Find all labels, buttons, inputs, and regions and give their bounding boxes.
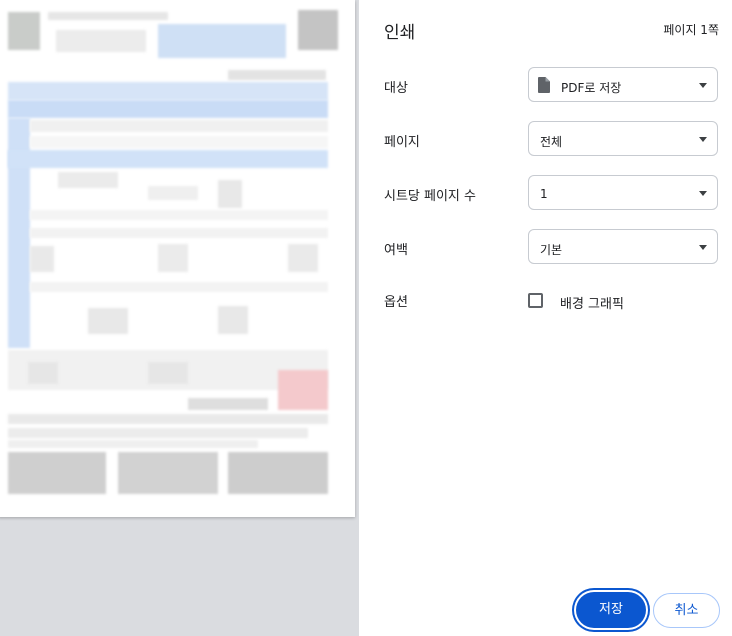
preview-text-block [8, 414, 328, 424]
margins-select[interactable]: 기본 [528, 229, 718, 264]
margins-row: 여백 기본 [359, 229, 732, 269]
destination-select[interactable]: PDF로 저장 [528, 67, 718, 102]
preview-table-cell [58, 172, 118, 188]
preview-header-box [158, 24, 286, 58]
preview-text-block [228, 70, 326, 80]
preview-text-block [8, 440, 258, 448]
background-graphics-label[interactable]: 배경 그래픽 [560, 293, 624, 312]
destination-label: 대상 [384, 81, 408, 96]
cancel-button[interactable]: 취소 [653, 593, 720, 628]
preview-text-block [56, 30, 146, 52]
pages-select[interactable]: 전체 [528, 121, 718, 156]
margins-label: 여백 [384, 243, 408, 258]
preview-footer-block [118, 452, 218, 494]
preview-logo-block [8, 12, 40, 50]
pages-per-sheet-value: 1 [540, 187, 548, 201]
chevron-down-icon [699, 83, 707, 88]
preview-text-block [48, 12, 168, 20]
preview-table-header [8, 82, 328, 100]
preview-table-cell [88, 308, 128, 334]
preview-table-cell [30, 246, 54, 272]
preview-table-row [30, 282, 328, 292]
destination-value: PDF로 저장 [561, 81, 622, 95]
page-count: 페이지 1쪽 [663, 23, 719, 37]
preview-page [0, 0, 355, 517]
chevron-down-icon [699, 137, 707, 142]
file-icon [538, 77, 550, 93]
preview-table-header [8, 100, 328, 118]
preview-text-block [8, 428, 308, 438]
preview-table-row [30, 136, 328, 148]
preview-table-cell [148, 186, 198, 200]
options-label: 옵션 [384, 295, 408, 310]
pages-per-sheet-select[interactable]: 1 [528, 175, 718, 210]
preview-stamp-block [278, 370, 328, 410]
options-row: 옵션 배경 그래픽 [359, 290, 732, 330]
preview-table-row [30, 210, 328, 220]
preview-table-header [8, 150, 328, 168]
pages-label: 페이지 [384, 135, 420, 150]
preview-table-cell [218, 180, 242, 208]
pages-row: 페이지 전체 [359, 121, 732, 161]
pages-per-sheet-label: 시트당 페이지 수 [384, 189, 476, 204]
preview-text-block [188, 398, 268, 410]
chevron-down-icon [699, 245, 707, 250]
preview-table-cell [288, 244, 318, 272]
background-graphics-checkbox[interactable] [528, 293, 543, 308]
chevron-down-icon [699, 191, 707, 196]
save-button[interactable]: 저장 [576, 592, 646, 628]
preview-qr-block [298, 10, 338, 50]
dialog-title: 인쇄 [384, 23, 416, 43]
preview-footer-block [8, 452, 106, 494]
print-dialog: 인쇄 페이지 1쪽 대상 PDF로 저장 페이지 전체 시트당 페이지 수 1 … [0, 0, 732, 636]
preview-table-row [30, 228, 328, 238]
preview-footer-block [228, 452, 328, 494]
print-settings-pane: 인쇄 페이지 1쪽 대상 PDF로 저장 페이지 전체 시트당 페이지 수 1 … [359, 0, 732, 636]
preview-table-cell [148, 362, 188, 384]
preview-table-cell [218, 306, 248, 334]
pages-per-sheet-row: 시트당 페이지 수 1 [359, 175, 732, 215]
preview-table-row [30, 120, 328, 132]
preview-table-cell [158, 244, 188, 272]
pages-value: 전체 [540, 135, 563, 149]
margins-value: 기본 [540, 243, 563, 257]
print-preview-pane [0, 0, 359, 636]
preview-table-cell [28, 362, 58, 384]
destination-row: 대상 PDF로 저장 [359, 67, 732, 107]
